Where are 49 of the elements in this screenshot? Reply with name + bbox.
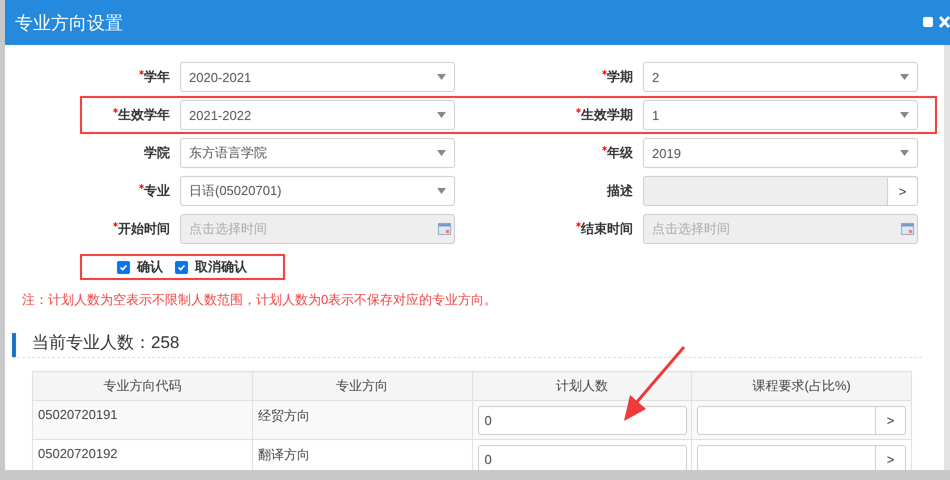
field-label: 开始时间 <box>82 220 170 238</box>
column-header: 课程要求(占比%) <box>692 372 912 400</box>
caret-icon <box>437 112 446 118</box>
select-field[interactable]: 2 <box>643 62 918 92</box>
field-label: 结束时间 <box>465 220 633 238</box>
checkbox-label: 确认 <box>137 258 163 276</box>
select-field[interactable]: 2020-2021 <box>180 62 455 92</box>
checkbox-label: 取消确认 <box>195 258 247 276</box>
field-label: 学院 <box>143 144 170 162</box>
text-field[interactable]: > <box>697 406 906 434</box>
field-label: 年级 <box>465 144 633 162</box>
maximize-icon[interactable] <box>923 17 933 27</box>
caret-icon <box>900 112 909 118</box>
field-label: 专业 <box>82 182 170 200</box>
section-marker <box>12 333 16 357</box>
select-field[interactable]: 2021-2022 <box>180 100 455 130</box>
column-header: 专业方向代码 <box>32 372 252 400</box>
field-label: 生效学年 <box>82 106 170 124</box>
scrollbar[interactable] <box>944 45 950 470</box>
select-field[interactable]: 2019 <box>643 138 918 168</box>
field-label: 描述 <box>606 182 633 200</box>
table-cell: 经贸方向 <box>258 408 310 423</box>
caret-icon <box>437 74 446 80</box>
caret-icon <box>437 150 446 156</box>
field-label: 生效学期 <box>465 106 633 124</box>
select-field[interactable]: 东方语言学院 <box>180 138 455 168</box>
select-field[interactable]: 1 <box>643 100 918 130</box>
caret-icon <box>900 150 909 156</box>
select-field[interactable]: 日语(05020701) <box>180 176 455 206</box>
section-title: 当前专业人数：258 <box>32 332 180 354</box>
caret-icon <box>437 188 446 194</box>
checkbox[interactable] <box>117 260 130 274</box>
window-title: 专业方向设置 <box>15 12 123 34</box>
field-label: 学年 <box>82 68 170 86</box>
table-cell: 05020720192 <box>38 446 118 461</box>
column-header: 专业方向 <box>252 372 472 400</box>
calendar-icon <box>901 223 914 235</box>
note-text: 注：计划人数为空表示不限制人数范围，计划人数为0表示不保存对应的专业方向。 <box>22 291 498 309</box>
checkbox[interactable] <box>175 260 188 274</box>
table-cell: 翻译方向 <box>258 447 310 462</box>
number-input[interactable]: 0 <box>478 444 686 470</box>
table-cell: 05020720191 <box>38 407 118 422</box>
column-header: 计划人数 <box>472 372 692 400</box>
calendar-icon <box>438 223 451 235</box>
number-input[interactable]: 0 <box>478 406 686 434</box>
field-label: 学期 <box>465 68 633 86</box>
close-icon[interactable] <box>939 15 950 29</box>
caret-icon <box>900 74 909 80</box>
text-field[interactable]: > <box>697 444 906 470</box>
